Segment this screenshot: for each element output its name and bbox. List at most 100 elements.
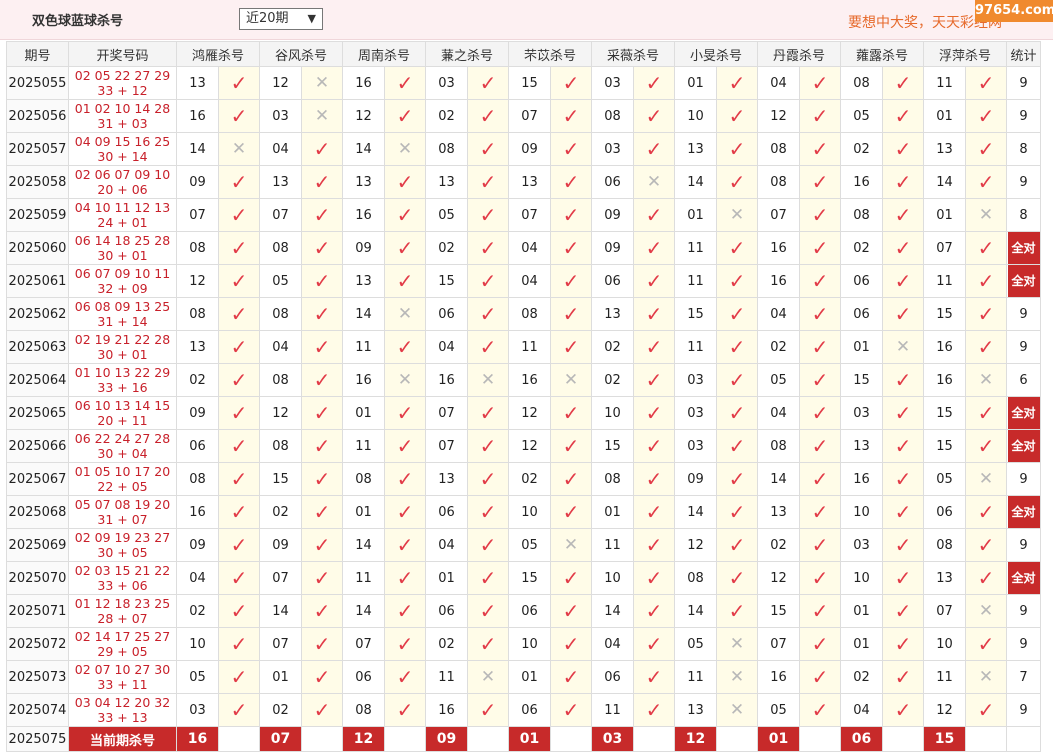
check-icon: ✓ bbox=[645, 335, 663, 359]
check-icon: ✓ bbox=[977, 632, 995, 656]
check-icon: ✓ bbox=[894, 533, 912, 557]
kill-number: 14 bbox=[259, 594, 302, 628]
empty-cell bbox=[716, 726, 758, 752]
stat-cell: 全对 bbox=[1006, 495, 1041, 529]
kill-number: 09 bbox=[176, 165, 219, 199]
col-header-expert: 芣苡杀号 bbox=[508, 41, 592, 67]
blue-ball: 31 + 03 bbox=[97, 116, 148, 131]
table-row: 2025073 02 07 10 27 30 33 + 11 05 ✓ 01 ✓ 06 ✓ 11 ✕… bbox=[6, 660, 1041, 694]
empty-cell bbox=[384, 726, 426, 752]
kill-number: 16 bbox=[757, 264, 800, 298]
red-balls: 03 04 12 20 32 bbox=[74, 695, 171, 710]
empty-cell bbox=[1006, 726, 1041, 752]
check-icon: ✓ bbox=[562, 203, 580, 227]
result-cell: ✓ bbox=[384, 528, 426, 562]
result-cell: ✓ bbox=[218, 396, 260, 430]
cross-icon: ✕ bbox=[729, 205, 745, 225]
col-header-expert: 周南杀号 bbox=[342, 41, 426, 67]
check-icon: ✓ bbox=[811, 566, 829, 590]
range-select[interactable]: 近20期 ▼ bbox=[239, 8, 323, 30]
result-cell: ✓ bbox=[965, 561, 1007, 595]
check-icon: ✓ bbox=[313, 434, 331, 458]
result-cell: ✓ bbox=[467, 330, 509, 364]
result-cell: ✓ bbox=[633, 66, 675, 100]
empty-cell bbox=[467, 726, 509, 752]
empty-cell bbox=[799, 726, 841, 752]
check-icon: ✓ bbox=[230, 533, 248, 557]
check-icon: ✓ bbox=[645, 665, 663, 689]
check-icon: ✓ bbox=[230, 467, 248, 491]
table-row: 2025074 03 04 12 20 32 33 + 13 03 ✓ 02 ✓ 08 ✓ 16 ✓… bbox=[6, 693, 1041, 727]
kill-number: 03 bbox=[259, 99, 302, 133]
result-cell: ✓ bbox=[550, 660, 592, 694]
result-cell: ✓ bbox=[882, 231, 924, 265]
result-cell: ✓ bbox=[633, 594, 675, 628]
result-cell: ✓ bbox=[550, 627, 592, 661]
result-cell: ✓ bbox=[965, 99, 1007, 133]
kill-number: 11 bbox=[923, 660, 966, 694]
stat-cell: 全对 bbox=[1006, 396, 1041, 430]
kill-number: 06 bbox=[425, 594, 468, 628]
check-icon: ✓ bbox=[230, 368, 248, 392]
result-cell: ✓ bbox=[550, 561, 592, 595]
blue-ball: 33 + 12 bbox=[97, 83, 148, 98]
result-cell: ✓ bbox=[550, 198, 592, 232]
all-correct-badge: 全对 bbox=[1007, 562, 1040, 594]
result-cell: ✓ bbox=[301, 231, 343, 265]
cross-icon: ✕ bbox=[563, 370, 579, 390]
red-balls: 05 07 08 19 20 bbox=[74, 497, 171, 512]
check-icon: ✓ bbox=[313, 335, 331, 359]
table-row: 2025059 04 10 11 12 13 24 + 01 07 ✓ 07 ✓ 16 ✓ 05 ✓… bbox=[6, 198, 1041, 232]
table-row: 2025058 02 06 07 09 10 20 + 06 09 ✓ 13 ✓ 13 ✓ 13 ✓… bbox=[6, 165, 1041, 199]
check-icon: ✓ bbox=[811, 599, 829, 623]
result-cell: ✓ bbox=[799, 396, 841, 430]
check-icon: ✓ bbox=[562, 269, 580, 293]
check-icon: ✓ bbox=[894, 500, 912, 524]
check-icon: ✓ bbox=[313, 368, 331, 392]
kill-number: 02 bbox=[840, 660, 883, 694]
result-cell: ✓ bbox=[633, 132, 675, 166]
table-row: 2025057 04 09 15 16 25 30 + 14 14 ✕ 04 ✓ 14 ✕ 08 ✓… bbox=[6, 132, 1041, 166]
result-cell: ✓ bbox=[716, 165, 758, 199]
result-cell: ✓ bbox=[550, 594, 592, 628]
result-cell: ✓ bbox=[384, 330, 426, 364]
kill-number: 09 bbox=[591, 231, 634, 265]
kill-number: 06 bbox=[840, 264, 883, 298]
kill-number: 12 bbox=[259, 396, 302, 430]
result-cell: ✓ bbox=[467, 561, 509, 595]
result-cell: ✓ bbox=[301, 264, 343, 298]
issue-number: 2025067 bbox=[6, 462, 69, 496]
all-correct-badge: 全对 bbox=[1007, 232, 1040, 264]
current-kill-number: 03 bbox=[591, 726, 634, 752]
kill-number: 07 bbox=[425, 396, 468, 430]
kill-number: 06 bbox=[176, 429, 219, 463]
issue-number: 2025066 bbox=[6, 429, 69, 463]
result-cell: ✓ bbox=[301, 429, 343, 463]
check-icon: ✓ bbox=[230, 302, 248, 326]
stat-cell: 9 bbox=[1006, 66, 1041, 100]
issue-number: 2025055 bbox=[6, 66, 69, 100]
empty-cell bbox=[301, 726, 343, 752]
result-cell: ✓ bbox=[301, 363, 343, 397]
draw-numbers: 01 02 10 14 28 31 + 03 bbox=[68, 99, 177, 133]
blue-ball: 22 + 05 bbox=[97, 479, 148, 494]
result-cell: ✓ bbox=[218, 627, 260, 661]
check-icon: ✓ bbox=[645, 203, 663, 227]
kill-number: 03 bbox=[591, 66, 634, 100]
kill-number: 07 bbox=[259, 627, 302, 661]
issue-number: 2025056 bbox=[6, 99, 69, 133]
kill-number: 13 bbox=[508, 165, 551, 199]
kill-number: 02 bbox=[176, 594, 219, 628]
check-icon: ✓ bbox=[894, 665, 912, 689]
result-cell: ✓ bbox=[633, 627, 675, 661]
kill-number: 10 bbox=[674, 99, 717, 133]
blue-ball: 20 + 06 bbox=[97, 182, 148, 197]
kill-number: 02 bbox=[840, 132, 883, 166]
draw-numbers: 06 10 13 14 15 20 + 11 bbox=[68, 396, 177, 430]
kill-number: 08 bbox=[259, 231, 302, 265]
result-cell: ✓ bbox=[633, 429, 675, 463]
result-cell: ✓ bbox=[384, 660, 426, 694]
blue-ball: 33 + 11 bbox=[97, 677, 148, 692]
check-icon: ✓ bbox=[645, 632, 663, 656]
kill-number: 16 bbox=[342, 363, 385, 397]
